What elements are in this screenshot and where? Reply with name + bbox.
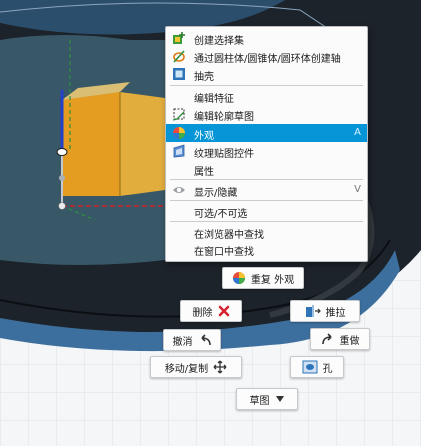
redo-label: 重做 bbox=[339, 335, 360, 347]
sketch-dropdown-button[interactable]: 草图 bbox=[236, 388, 298, 410]
move-copy-button[interactable]: 移动/复制 bbox=[150, 356, 242, 378]
menu-item-label: 显示/隐藏 bbox=[194, 188, 238, 199]
menu-item-show-hide[interactable]: 显示/隐藏 V bbox=[166, 181, 367, 199]
repeat-label: 重复 外观 bbox=[250, 274, 295, 286]
repeat-appearance-button[interactable]: 重复 外观 bbox=[222, 267, 304, 289]
delete-button[interactable]: 删除 bbox=[180, 300, 242, 322]
delete-x-icon bbox=[218, 305, 229, 317]
redo-icon bbox=[321, 333, 332, 345]
menu-item-find-in-browser[interactable]: 在浏览器中查找 bbox=[166, 223, 367, 241]
eye-icon bbox=[172, 183, 186, 197]
undo-button[interactable]: 撤消 bbox=[163, 329, 221, 351]
press-pull-icon bbox=[305, 305, 321, 317]
menu-separator bbox=[170, 85, 363, 86]
undo-icon bbox=[200, 334, 211, 346]
create-selection-set-icon bbox=[172, 31, 186, 45]
press-pull-label: 推拉 bbox=[325, 307, 346, 319]
shortcut-label: V bbox=[354, 184, 361, 195]
menu-item-label: 外观 bbox=[194, 131, 214, 142]
menu-separator bbox=[170, 221, 363, 222]
menu-item-appearance[interactable]: 外观 A bbox=[166, 124, 367, 142]
menu-item-label: 编辑轮廓草图 bbox=[194, 112, 254, 123]
press-pull-button[interactable]: 推拉 bbox=[290, 300, 360, 322]
menu-item-label: 属性 bbox=[194, 167, 214, 178]
chevron-down-icon bbox=[275, 396, 284, 402]
shortcut-label: A bbox=[354, 127, 361, 138]
appearance-icon bbox=[232, 272, 245, 284]
menu-item-label: 创建选择集 bbox=[194, 36, 244, 47]
edit-profile-sketch-icon bbox=[172, 107, 186, 121]
menu-item-label: 抽壳 bbox=[194, 72, 214, 83]
menu-separator bbox=[170, 179, 363, 180]
hole-label: 孔 bbox=[322, 363, 333, 375]
menu-item-edit-feature[interactable]: 编辑特征 bbox=[166, 87, 367, 105]
menu-item-label: 可选/不可选 bbox=[194, 209, 248, 220]
menu-item-label: 编辑特征 bbox=[194, 94, 234, 105]
menu-item-selectable-unselectable[interactable]: 可选/不可选 bbox=[166, 202, 367, 220]
menu-item-label: 在浏览器中查找 bbox=[194, 230, 264, 241]
menu-item-shell[interactable]: 抽壳 bbox=[166, 65, 367, 83]
menu-item-texture-map[interactable]: 纹理贴图控件 bbox=[166, 142, 367, 160]
menu-item-properties[interactable]: 属性 bbox=[166, 160, 367, 178]
sketch-label: 草图 bbox=[249, 395, 270, 407]
texture-map-icon bbox=[172, 144, 186, 158]
menu-item-label: 纹理贴图控件 bbox=[194, 149, 254, 160]
move-arrows-icon bbox=[213, 360, 227, 374]
menu-item-create-selection-set[interactable]: 创建选择集 bbox=[166, 29, 367, 47]
appearance-icon bbox=[172, 126, 186, 140]
menu-item-label: 通过圆柱体/圆锥体/圆环体创建轴 bbox=[194, 54, 341, 65]
menu-item-label: 在窗口中查找 bbox=[194, 247, 254, 258]
menu-item-edit-profile-sketch[interactable]: 编辑轮廓草图 bbox=[166, 105, 367, 123]
context-menu: 创建选择集 通过圆柱体/圆锥体/圆环体创建轴 抽壳 编辑特征 编辑轮廓草图 外观… bbox=[165, 26, 368, 262]
menu-item-find-in-window[interactable]: 在窗口中查找 bbox=[166, 240, 367, 258]
undo-label: 撤消 bbox=[172, 336, 193, 348]
hole-icon bbox=[302, 360, 317, 374]
shell-icon bbox=[172, 67, 186, 81]
axis-through-cylinder-icon bbox=[172, 49, 186, 63]
delete-label: 删除 bbox=[192, 307, 213, 319]
hole-button[interactable]: 孔 bbox=[290, 356, 344, 378]
move-copy-label: 移动/复制 bbox=[164, 363, 209, 375]
menu-item-axis-through-cylinder[interactable]: 通过圆柱体/圆锥体/圆环体创建轴 bbox=[166, 47, 367, 65]
origin-point bbox=[56, 148, 68, 156]
menu-separator bbox=[170, 200, 363, 201]
redo-button[interactable]: 重做 bbox=[310, 328, 370, 350]
